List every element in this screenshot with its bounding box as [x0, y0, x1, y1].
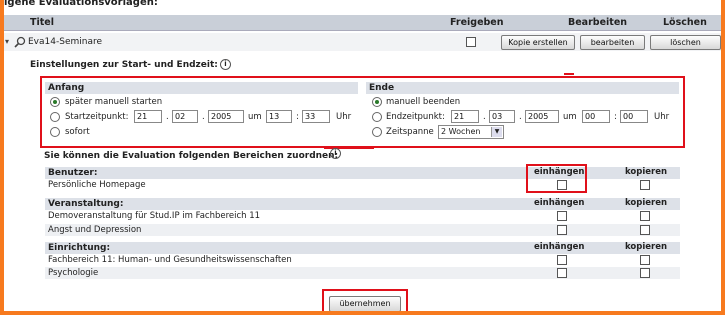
table-header: Titel Freigeben Bearbeiten Löschen [4, 15, 721, 31]
submit-button[interactable]: übernehmen [329, 296, 401, 311]
end-heading: Ende [366, 82, 679, 94]
col-attach: einhängen [534, 198, 585, 208]
start-um-label: um [248, 112, 262, 122]
end-manual-label: manuell beenden [386, 97, 461, 107]
end-um-label: um [563, 112, 577, 122]
list-item: Psychologie [45, 267, 680, 279]
template-name[interactable]: Eva14-Seminare [28, 37, 102, 47]
list-item: Angst und Depression [45, 224, 680, 236]
group-header-institute: Einrichtung: [45, 242, 680, 254]
end-month-input[interactable]: 03 [489, 110, 515, 123]
info-icon[interactable]: i [330, 148, 341, 159]
group-title-institute: Einrichtung: [48, 243, 111, 253]
start-uhr-label: Uhr [336, 112, 352, 122]
end-day-input[interactable]: 21 [451, 110, 479, 123]
settings-heading: Einstellungen zur Start- und Endzeit: [30, 60, 218, 70]
col-release: Freigeben [450, 17, 504, 28]
start-time-label: Startzeitpunkt: [65, 112, 129, 122]
copy-checkbox[interactable] [640, 180, 650, 190]
release-checkbox[interactable] [466, 37, 476, 47]
start-manual-label: später manuell starten [65, 97, 163, 107]
expand-arrow-icon[interactable]: ▾ [5, 37, 9, 46]
attach-highlight [526, 164, 587, 193]
attach-checkbox[interactable] [557, 225, 567, 235]
attach-checkbox[interactable] [557, 211, 567, 221]
end-manual-radio[interactable] [372, 97, 382, 107]
list-item: Demoveranstaltung für Stud.IP im Fachber… [48, 211, 261, 221]
col-edit: Bearbeiten [568, 17, 628, 28]
start-now-radio[interactable] [50, 127, 60, 137]
chevron-down-icon[interactable]: ▼ [491, 127, 502, 137]
start-heading: Anfang [45, 82, 358, 94]
copy-checkbox[interactable] [640, 268, 650, 278]
col-copy: kopieren [625, 167, 668, 177]
group-header-course: Veranstaltung: [45, 198, 680, 210]
end-year-input[interactable]: 2005 [525, 110, 559, 123]
assign-heading: Sie können die Evaluation folgenden Bere… [44, 151, 339, 161]
span-select[interactable]: 2 Wochen ▼ [438, 125, 504, 139]
start-hour-input[interactable]: 13 [266, 110, 292, 123]
edit-button[interactable]: bearbeiten [580, 35, 645, 50]
delete-button[interactable]: löschen [650, 35, 721, 50]
attach-checkbox[interactable] [557, 255, 567, 265]
span-select-value: 2 Wochen [441, 127, 481, 136]
end-hour-input[interactable]: 00 [582, 110, 610, 123]
list-item: Fachbereich 11: Human- und Gesundheitswi… [48, 255, 292, 265]
copy-checkbox[interactable] [640, 225, 650, 235]
end-minute-input[interactable]: 00 [620, 110, 648, 123]
copy-checkbox[interactable] [640, 255, 650, 265]
start-day-input[interactable]: 21 [134, 110, 162, 123]
start-minute-input[interactable]: 33 [302, 110, 330, 123]
start-now-label: sofort [65, 127, 90, 137]
red-mark [564, 73, 574, 75]
page-title: igene Evaluationsvorlagen: [4, 0, 158, 8]
info-icon[interactable]: i [220, 59, 231, 70]
col-title: Titel [30, 17, 54, 28]
col-delete: Löschen [663, 17, 707, 28]
main-frame: igene Evaluationsvorlagen: Titel Freigeb… [4, 0, 721, 311]
start-manual-radio[interactable] [50, 97, 60, 107]
group-title-course: Veranstaltung: [48, 199, 124, 209]
end-time-label: Endzeitpunkt: [386, 112, 445, 122]
col-copy: kopieren [625, 242, 668, 252]
magnifier-icon[interactable] [14, 36, 26, 48]
end-span-label: Zeitspanne [386, 127, 434, 137]
col-copy: kopieren [625, 198, 668, 208]
group-title-user: Benutzer: [48, 168, 98, 178]
copy-button[interactable]: Kopie erstellen [501, 35, 575, 50]
start-year-input[interactable]: 2005 [208, 110, 244, 123]
end-uhr-label: Uhr [654, 112, 670, 122]
end-time-radio[interactable] [372, 112, 382, 122]
attach-checkbox[interactable] [557, 268, 567, 278]
end-span-radio[interactable] [372, 127, 382, 137]
start-month-input[interactable]: 02 [172, 110, 198, 123]
start-time-radio[interactable] [50, 112, 60, 122]
copy-checkbox[interactable] [640, 211, 650, 221]
col-attach: einhängen [534, 242, 585, 252]
